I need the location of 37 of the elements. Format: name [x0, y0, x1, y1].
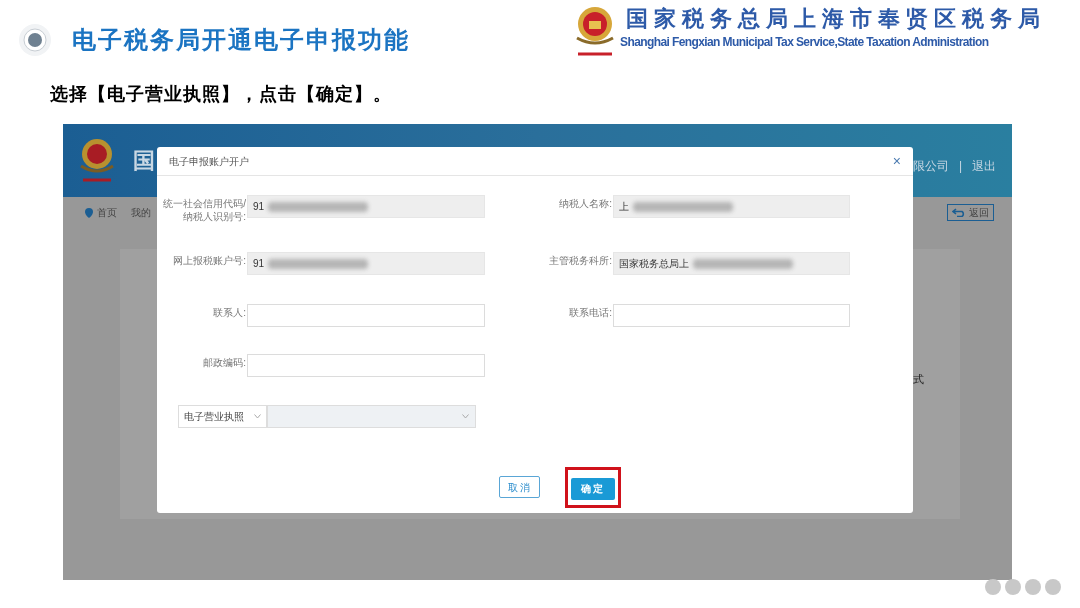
site-title: 国: [133, 147, 155, 175]
type-dropdown[interactable]: 电子营业执照: [178, 405, 267, 428]
input-field[interactable]: [247, 304, 485, 327]
nav-link[interactable]: 我的: [131, 205, 151, 220]
agency-name: 国家税务总局上海市奉贤区税务局: [625, 5, 1046, 33]
readonly-field[interactable]: 91: [247, 195, 485, 218]
instruction-text: 选择【电子营业执照】，点击【确定】。: [50, 83, 393, 106]
confirm-button[interactable]: 确定: [571, 477, 615, 500]
field-label: 邮政编码:: [202, 356, 247, 369]
field-label: 网上报税账户号:: [172, 254, 247, 267]
nav-link[interactable]: 首页: [97, 205, 117, 220]
close-button[interactable]: ×: [892, 154, 901, 168]
field-label: 纳税人名称:: [558, 197, 613, 210]
slide-title: 电子税务局开通电子申报功能: [72, 25, 410, 55]
field-label: 统一社会信用代码/纳税人识别号:: [162, 197, 247, 223]
readonly-field[interactable]: 91: [247, 252, 485, 275]
readonly-field[interactable]: 上: [613, 195, 850, 218]
dialog-title: 电子申报账户开户: [169, 154, 249, 169]
cancel-button[interactable]: 取消: [499, 476, 540, 499]
logout-link[interactable]: 退出: [972, 156, 996, 175]
partial-text: 式: [913, 372, 924, 387]
readonly-field[interactable]: 国家税务总局上: [613, 252, 850, 275]
location-pin-icon: [85, 207, 93, 218]
page-dots-icon: [984, 578, 1062, 596]
bullet-icon: [18, 23, 52, 57]
field-label: 联系电话:: [568, 306, 613, 319]
separator-text: |: [958, 157, 962, 175]
chevron-down-icon: [254, 414, 261, 419]
input-field[interactable]: [613, 304, 850, 327]
return-icon: [952, 208, 966, 217]
input-field[interactable]: [247, 354, 485, 377]
user-name: 限公司: [912, 157, 949, 175]
chevron-down-icon: [462, 414, 469, 419]
field-label: 主管税务科所:: [548, 254, 613, 267]
field-label: 联系人:: [212, 306, 247, 319]
agency-name-english: Shanghai Fengxian Municipal Tax Service,State Taxation Administration: [620, 34, 990, 50]
back-button[interactable]: 返回: [947, 204, 994, 221]
